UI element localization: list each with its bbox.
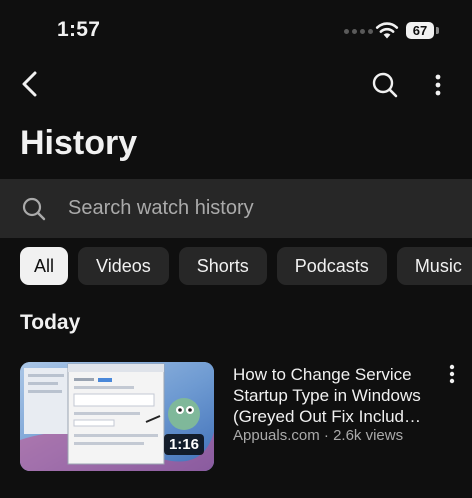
video-title-line: (Greyed Out Fix Includ… bbox=[233, 407, 422, 426]
channel-name: Appuals.com bbox=[233, 427, 320, 444]
history-video-item[interactable]: 1:16 How to Change Service Startup Type … bbox=[20, 362, 472, 472]
search-button[interactable] bbox=[366, 66, 404, 104]
view-count: 2.6k views bbox=[333, 427, 404, 444]
battery-nub bbox=[436, 27, 439, 34]
chip-label: All bbox=[34, 255, 55, 276]
chip-music[interactable]: Music bbox=[396, 247, 472, 285]
chip-label: Podcasts bbox=[294, 255, 369, 276]
video-more-button[interactable] bbox=[440, 364, 464, 394]
chip-label: Videos bbox=[96, 255, 151, 276]
battery-indicator: 67 bbox=[406, 22, 434, 39]
section-title-today: Today bbox=[20, 311, 81, 334]
search-history-bar[interactable] bbox=[0, 179, 472, 238]
video-title-line: Startup Type in Windows bbox=[233, 386, 421, 405]
back-chevron-icon bbox=[22, 71, 37, 97]
more-options-button[interactable] bbox=[422, 66, 454, 104]
chip-shorts[interactable]: Shorts bbox=[178, 247, 267, 285]
video-thumbnail[interactable]: 1:16 bbox=[20, 362, 214, 471]
wifi-icon bbox=[375, 22, 399, 39]
back-button[interactable] bbox=[12, 66, 48, 102]
more-vertical-icon bbox=[435, 74, 441, 96]
filter-chips: All Videos Shorts Podcasts Music bbox=[20, 247, 472, 285]
battery-level: 67 bbox=[412, 23, 428, 38]
search-icon bbox=[372, 72, 398, 98]
status-time: 1:57 bbox=[57, 18, 101, 41]
video-title-line: How to Change Service bbox=[233, 365, 412, 384]
search-icon bbox=[22, 197, 46, 220]
video-duration: 1:16 bbox=[163, 434, 204, 455]
chip-podcasts[interactable]: Podcasts bbox=[276, 247, 387, 285]
cellular-signal-icon bbox=[344, 29, 373, 34]
top-app-bar bbox=[0, 64, 472, 104]
search-history-input[interactable] bbox=[68, 197, 428, 220]
page-title: History bbox=[20, 124, 138, 162]
chip-all[interactable]: All bbox=[20, 247, 69, 285]
meta-separator: · bbox=[323, 427, 329, 444]
video-meta: Appuals.com · 2.6k views bbox=[233, 427, 403, 444]
chip-videos[interactable]: Videos bbox=[78, 247, 169, 285]
search-history-icon-wrap bbox=[20, 195, 48, 223]
more-vertical-icon bbox=[449, 364, 455, 384]
video-title[interactable]: How to Change Service Startup Type in Wi… bbox=[233, 364, 433, 427]
chip-label: Music bbox=[414, 255, 462, 276]
chip-label: Shorts bbox=[196, 255, 249, 276]
status-bar: 1:57 67 bbox=[0, 0, 472, 64]
